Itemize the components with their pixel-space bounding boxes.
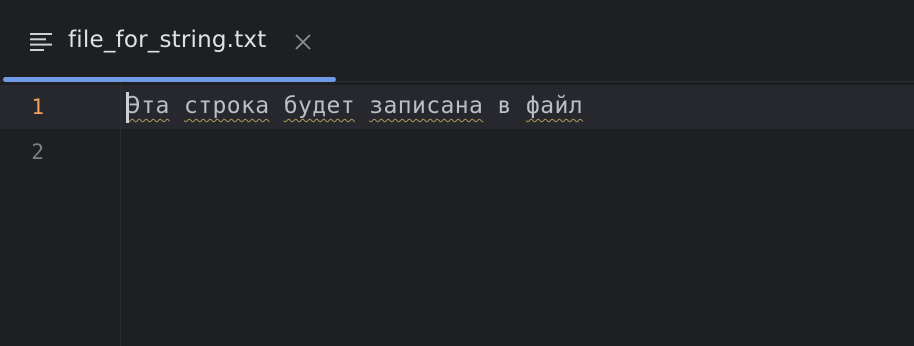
editor-window: file_for_string.txt 1 2 Эта строка будет… [0, 0, 914, 346]
text-word: Эта [127, 93, 170, 119]
tab-file-for-string[interactable]: file_for_string.txt [0, 0, 336, 82]
text-word: будет [283, 93, 355, 119]
line-number: 2 [31, 140, 44, 164]
text-caret [126, 92, 129, 123]
active-tab-indicator [3, 77, 336, 82]
code-line[interactable]: Эта строка будет записана в файл [127, 93, 583, 119]
text-word: записана [369, 93, 484, 119]
tab-bar: file_for_string.txt [0, 0, 914, 82]
text-space [483, 93, 497, 119]
text-space [170, 93, 184, 119]
code-editor[interactable]: 1 2 Эта строка будет записана в файл [0, 83, 914, 346]
line-number-gutter: 1 2 [0, 83, 121, 346]
text-space [269, 93, 283, 119]
line-number: 1 [31, 95, 44, 119]
text-word: в [497, 93, 512, 119]
text-word: файл [525, 93, 583, 119]
text-space [512, 93, 526, 119]
close-icon[interactable] [294, 33, 312, 51]
text-word: строка [184, 93, 270, 119]
tab-title: file_for_string.txt [68, 27, 267, 53]
text-space [355, 93, 369, 119]
text-file-icon [30, 33, 52, 51]
